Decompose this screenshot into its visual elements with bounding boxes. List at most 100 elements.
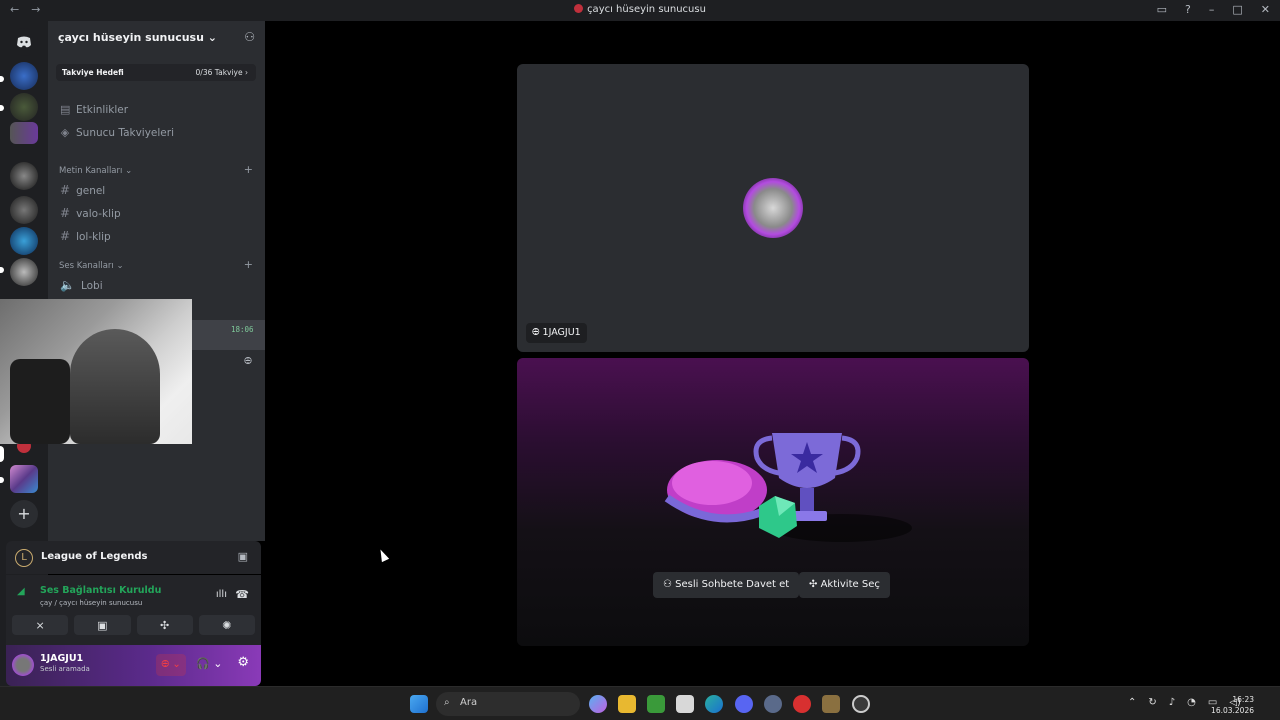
store-icon[interactable]: [676, 695, 694, 713]
gear-icon[interactable]: ⚙: [237, 655, 249, 670]
hash-icon: #: [60, 229, 71, 243]
taskbar: ⌕ Ara ⌃ ↻ ♪ ◔ ▭ ◁) 16:23 16.03.2026: [0, 686, 1280, 720]
server-icon[interactable]: [10, 258, 38, 286]
server-folder-icon[interactable]: [10, 122, 38, 144]
add-voice-channel-icon[interactable]: +: [244, 258, 253, 271]
activities-icon: ✣: [160, 618, 170, 632]
window-title: çaycı hüseyin sunucusu: [0, 4, 1280, 15]
voice-connection: ◢ Ses Bağlantısı Kuruldu çay / çaycı hüs…: [6, 575, 261, 615]
channel-sidebar: çaycı hüseyin sunucusu ⌄ ⚇ Takviye Hedef…: [48, 21, 265, 541]
wifi-icon[interactable]: ◔: [1187, 697, 1196, 708]
copilot-icon[interactable]: [589, 695, 607, 713]
obs-icon[interactable]: [852, 695, 870, 713]
participant-tile[interactable]: ⨸ 1JAGJU1: [517, 64, 1029, 352]
headphones-icon[interactable]: 🎧 ⌄: [196, 657, 222, 670]
steam-icon[interactable]: [764, 695, 782, 713]
activity-row: L League of Legends ▣: [6, 541, 261, 574]
mic-icon[interactable]: ♪: [1169, 697, 1175, 708]
choose-activity-button[interactable]: ✣ Aktivite Seç: [799, 572, 890, 598]
minecraft-icon[interactable]: [647, 695, 665, 713]
channel-label: genel: [76, 185, 106, 197]
channel-label: valo-klip: [76, 208, 121, 220]
signal-icon[interactable]: ◢: [17, 586, 25, 597]
user-name[interactable]: 1JAGJU1: [40, 653, 83, 664]
share-screen-button[interactable]: ▣: [74, 615, 131, 635]
channel-genel[interactable]: # genel: [60, 183, 105, 197]
unread-pip: [0, 477, 4, 483]
webcam-overlay[interactable]: [0, 299, 192, 444]
voice-channels-category[interactable]: Ses Kanalları ⌄: [59, 261, 124, 271]
channel-valo-klip[interactable]: # valo-klip: [60, 206, 121, 220]
window-controls: ▭ ? – □ ✕: [1157, 3, 1270, 16]
start-menu-icon[interactable]: [410, 695, 428, 713]
participant-avatar: [743, 178, 803, 238]
server-header[interactable]: çaycı hüseyin sunucusu ⌄ ⚇: [48, 21, 265, 55]
hash-icon: #: [60, 206, 71, 220]
muted-mic-icon: ⨸: [244, 356, 252, 367]
text-channels-category[interactable]: Metin Kanalları ⌄: [59, 166, 132, 176]
add-server-icon[interactable]: +: [10, 500, 38, 528]
activity-label: Aktivite Seç: [820, 579, 880, 590]
user-status: Sesli aramada: [40, 665, 90, 673]
edge-icon[interactable]: [705, 695, 723, 713]
discord-home-icon[interactable]: [10, 28, 38, 56]
webcam-background: [10, 359, 70, 444]
connection-location[interactable]: çay / çaycı hüseyin sunucusu: [40, 599, 142, 607]
server-icon[interactable]: [10, 227, 38, 255]
sync-icon[interactable]: ↻: [1148, 697, 1156, 708]
clock-time: 16:23: [1232, 695, 1254, 704]
invite-to-voice-button[interactable]: ⚇ Sesli Sohbete Davet et: [653, 572, 800, 598]
voice-action-buttons: ⨯ ▣ ✣ ✺: [6, 615, 261, 645]
window-titlebar: ← → çaycı hüseyin sunucusu ▭ ? – □ ✕: [0, 0, 1280, 21]
maximize-icon[interactable]: □: [1232, 3, 1242, 16]
webcam-person: [70, 329, 160, 444]
close-icon[interactable]: ✕: [1261, 3, 1270, 16]
activities-button[interactable]: ✣: [136, 615, 193, 635]
selected-pip: [0, 446, 4, 462]
activity-invite-tile: ⚇ Sesli Sohbete Davet et ✣ Aktivite Seç: [517, 358, 1029, 646]
discord-taskbar-icon[interactable]: [735, 695, 753, 713]
server-icon[interactable]: [10, 93, 38, 121]
active-voice-channel[interactable]: [192, 320, 265, 350]
help-icon[interactable]: ?: [1185, 3, 1191, 16]
server-avatar-icon: [574, 4, 584, 13]
boost-goal-bar[interactable]: Takviye Hedefi 0/36 Takviye ›: [56, 64, 256, 81]
inbox-icon[interactable]: ▭: [1157, 3, 1167, 16]
menu-server-boosts[interactable]: ◈ Sunucu Takviyeleri: [60, 126, 174, 139]
server-icon[interactable]: [10, 162, 38, 190]
channel-label: lol-klip: [76, 231, 111, 243]
minimize-icon[interactable]: –: [1209, 3, 1215, 16]
channel-lol-klip[interactable]: # lol-klip: [60, 229, 111, 243]
mic-muted-button[interactable]: ⨸ ⌄: [156, 654, 186, 676]
participant-name: 1JAGJU1: [542, 327, 581, 338]
league-taskbar-icon[interactable]: [822, 695, 840, 713]
server-icon[interactable]: [10, 196, 38, 224]
boost-progress: 0/36 Takviye ›: [195, 68, 248, 77]
soundboard-icon: ✺: [222, 618, 232, 632]
invite-people-icon[interactable]: ⚇: [244, 30, 255, 44]
mic-muted-icon: ⨸ ⌄: [161, 659, 181, 670]
riot-client-icon[interactable]: [793, 695, 811, 713]
menu-events[interactable]: ▤ Etkinlikler: [60, 103, 128, 116]
server-icon[interactable]: [10, 62, 38, 90]
server-folder-icon[interactable]: [10, 465, 38, 493]
boost-icon: ◈: [60, 126, 70, 139]
avatar[interactable]: [12, 654, 34, 676]
disconnect-icon[interactable]: ☎: [235, 588, 249, 601]
voice-channel-lobi[interactable]: 🔈 Lobi: [60, 278, 103, 292]
mic-muted-icon: ⨸: [532, 327, 543, 338]
noise-suppression-icon[interactable]: ıllı: [216, 589, 227, 600]
connection-status[interactable]: Ses Bağlantısı Kuruldu: [40, 585, 161, 596]
camera-toggle-button[interactable]: ⨯: [12, 615, 69, 635]
trophy-illustration: [664, 433, 912, 542]
clock[interactable]: 16:23 16.03.2026: [1211, 694, 1254, 716]
voice-timer: 18:06: [231, 325, 254, 334]
boost-goal-label: Takviye Hedefi: [62, 68, 124, 77]
taskbar-search[interactable]: ⌕ Ara: [436, 692, 580, 716]
file-explorer-icon[interactable]: [618, 695, 636, 713]
chevron-up-icon[interactable]: ⌃: [1128, 697, 1136, 708]
stream-game-icon[interactable]: ▣: [238, 550, 248, 563]
screen-share-icon: ▣: [97, 618, 108, 632]
soundboard-button[interactable]: ✺: [198, 615, 255, 635]
add-text-channel-icon[interactable]: +: [244, 163, 253, 176]
